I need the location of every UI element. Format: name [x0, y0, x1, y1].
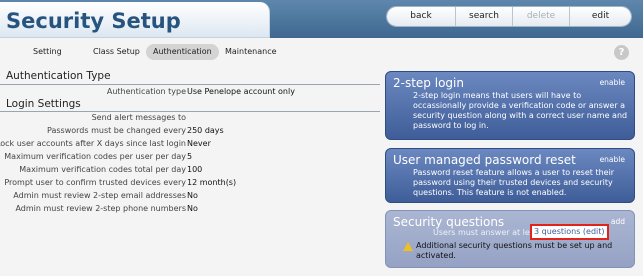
enable-link[interactable]: enable [600, 78, 625, 87]
nav-tabs: Setting Class Setup Authentication Maint… [0, 44, 643, 62]
auth-type-label: Authentication type [106, 87, 186, 96]
setting-row: Send alert messages to [0, 113, 380, 125]
title-tab: Security Setup [0, 2, 270, 38]
setting-row: Prompt user to confirm trusted devices e… [0, 178, 380, 190]
setting-row: Admin must review 2-step phone numbers N… [0, 204, 380, 216]
warning-text: Additional security questions must be se… [416, 241, 613, 260]
setting-row: Admin must review 2-step email addresses… [0, 191, 380, 203]
security-questions-panel: Security questions add Users must answer… [385, 210, 635, 268]
min-answers-text: Users must answer at leas [433, 228, 539, 237]
auth-type-value: Use Penelope account only [187, 87, 295, 96]
questions-edit-link[interactable]: 3 questions (edit) [530, 224, 609, 240]
setting-label: Maximum verification codes per user per … [4, 152, 186, 161]
search-button[interactable]: search [456, 7, 513, 26]
setting-label: Send alert messages to [91, 113, 186, 122]
warning-icon [403, 242, 413, 251]
setting-row: Passwords must be changed every 250 days [0, 126, 380, 138]
toolbar: back search delete edit [386, 6, 632, 27]
tab-setting[interactable]: Setting [26, 44, 69, 60]
setting-value: Never [187, 139, 211, 148]
panel-title: Security questions [393, 215, 505, 229]
setting-label: Maximum verification codes total per day [19, 165, 186, 174]
edit-button[interactable]: edit [570, 7, 631, 26]
setting-value: 100 [187, 165, 203, 174]
login-settings-heading: Login Settings [6, 98, 81, 110]
panel-body: 2-step login means that users will have … [413, 91, 628, 130]
setting-label: Passwords must be changed every [47, 126, 186, 135]
add-link[interactable]: add [611, 217, 625, 226]
tab-class-setup[interactable]: Class Setup [86, 44, 147, 60]
panel-title: 2-step login [393, 76, 464, 90]
setting-value: 250 days [187, 126, 224, 135]
tab-authentication[interactable]: Authentication [146, 44, 219, 60]
enable-link[interactable]: enable [600, 155, 625, 164]
setting-row: Maximum verification codes total per day… [0, 165, 380, 177]
setting-value: No [187, 191, 198, 200]
setting-label: Lock user accounts after X days since la… [0, 139, 186, 148]
auth-type-heading: Authentication Type [6, 70, 111, 82]
help-icon[interactable]: ? [614, 45, 629, 60]
divider [0, 84, 380, 85]
user-password-reset-panel: User managed password reset enable Passw… [385, 148, 635, 203]
delete-button[interactable]: delete [513, 7, 570, 26]
setting-row: Lock user accounts after X days since la… [0, 139, 380, 151]
setting-value: 12 month(s) [187, 178, 237, 187]
setting-value: 5 [187, 152, 193, 161]
divider [0, 111, 380, 112]
panel-body: Password reset feature allows a user to … [413, 168, 615, 197]
setting-row: Maximum verification codes per user per … [0, 152, 380, 164]
setting-label: Prompt user to confirm trusted devices e… [4, 178, 186, 187]
setting-value: No [187, 204, 198, 213]
panel-title: User managed password reset [393, 153, 576, 167]
setting-label: Admin must review 2-step email addresses [13, 191, 186, 200]
tab-maintenance[interactable]: Maintenance [218, 44, 284, 60]
two-step-login-panel: 2-step login enable 2-step login means t… [385, 71, 635, 140]
setting-label: Admin must review 2-step phone numbers [15, 204, 186, 213]
back-button[interactable]: back [387, 7, 456, 26]
page-title: Security Setup [6, 9, 181, 33]
